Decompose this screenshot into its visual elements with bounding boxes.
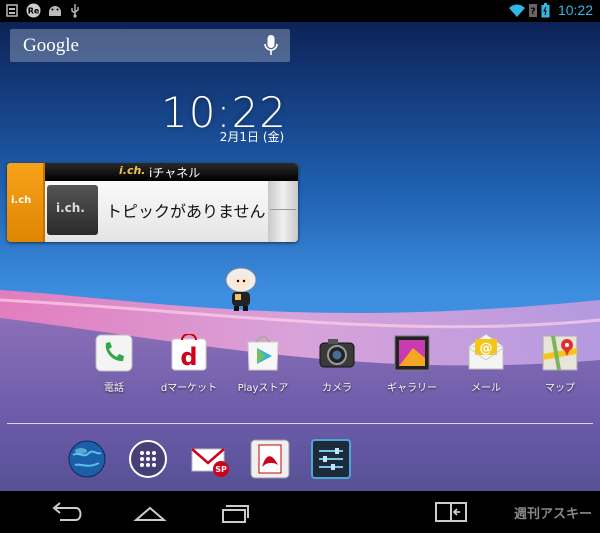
pdf-reader-icon[interactable] <box>250 439 290 479</box>
microphone-icon[interactable] <box>264 35 278 57</box>
browser-globe-icon[interactable] <box>67 439 107 479</box>
ichannel-thumbnail: i.ch. <box>47 185 98 235</box>
app-label: マップ <box>545 383 575 394</box>
app-label: メール <box>471 383 501 394</box>
ichannel-scroll-divider <box>270 209 296 210</box>
app-maps[interactable]: マップ <box>520 334 600 394</box>
gallery-icon <box>394 335 430 371</box>
ichannel-header-logo: i.ch. <box>119 164 146 177</box>
multiwindow-icon[interactable] <box>432 500 472 524</box>
screen-icon <box>6 4 18 17</box>
settings-icon[interactable] <box>311 439 351 479</box>
ichannel-scroll-buttons[interactable] <box>268 181 298 242</box>
app-label: 電話 <box>104 383 124 394</box>
svg-text:d: d <box>180 343 197 371</box>
maps-icon <box>542 335 578 371</box>
app-label: Playストア <box>237 383 289 394</box>
app-drawer-icon[interactable] <box>128 439 168 479</box>
dmarket-icon: d <box>171 334 207 371</box>
app-dmarket[interactable]: d dマーケット <box>149 334 229 394</box>
svg-text:@: @ <box>480 341 493 356</box>
app-camera[interactable]: カメラ <box>297 334 377 394</box>
ichannel-title: iチャネル <box>149 166 201 180</box>
ichannel-thumb-logo: i.ch. <box>56 201 85 215</box>
signal-icon: ? <box>529 4 537 17</box>
app-label: dマーケット <box>160 383 218 394</box>
ichannel-widget[interactable]: i.ch i.ch. iチャネル i.ch. トピックがありません <box>7 163 298 242</box>
ichannel-body[interactable]: i.ch. トピックがありません <box>45 181 268 242</box>
dock-divider <box>7 423 593 424</box>
app-gallery[interactable]: ギャラリー <box>372 334 452 394</box>
google-search-bar[interactable]: Google <box>10 29 290 62</box>
ichannel-message: トピックがありません <box>106 202 266 221</box>
app-label: ギャラリー <box>387 383 437 394</box>
mail-icon: @ <box>468 334 504 370</box>
status-time: 10:22 <box>557 2 593 18</box>
app-label: カメラ <box>322 383 352 394</box>
clock-date[interactable]: 2月1日 (金) <box>207 128 297 145</box>
recent-apps-icon[interactable] <box>214 500 254 524</box>
re-app-icon: Re <box>26 3 41 18</box>
android-icon <box>49 6 61 16</box>
mascot-character[interactable] <box>222 266 260 312</box>
home-icon[interactable] <box>130 500 170 524</box>
app-mail[interactable]: @ メール <box>446 334 526 394</box>
navigation-bar: 週刊アスキー <box>0 491 600 533</box>
ichannel-header: i.ch. iチャネル <box>45 163 298 181</box>
camera-icon <box>319 339 355 368</box>
google-logo[interactable]: Google <box>23 35 79 57</box>
status-bar: Re ? 10:22 <box>0 0 600 22</box>
usb-icon <box>71 4 79 18</box>
wifi-icon <box>509 4 525 17</box>
phone-icon <box>95 334 133 372</box>
play-store-icon <box>247 336 279 371</box>
svg-text:SP: SP <box>215 465 227 474</box>
back-icon[interactable] <box>46 500 86 524</box>
battery-icon <box>541 3 550 18</box>
svg-text:Re: Re <box>28 7 40 16</box>
svg-text:?: ? <box>530 7 535 17</box>
app-play-store[interactable]: Playストア <box>223 334 303 394</box>
watermark: 週刊アスキー <box>513 507 592 522</box>
app-phone[interactable]: 電話 <box>74 334 154 394</box>
sp-mail-icon[interactable]: SP <box>190 439 230 479</box>
ichannel-side-tab[interactable]: i.ch <box>7 163 45 242</box>
ichannel-side-logo: i.ch <box>11 195 32 206</box>
